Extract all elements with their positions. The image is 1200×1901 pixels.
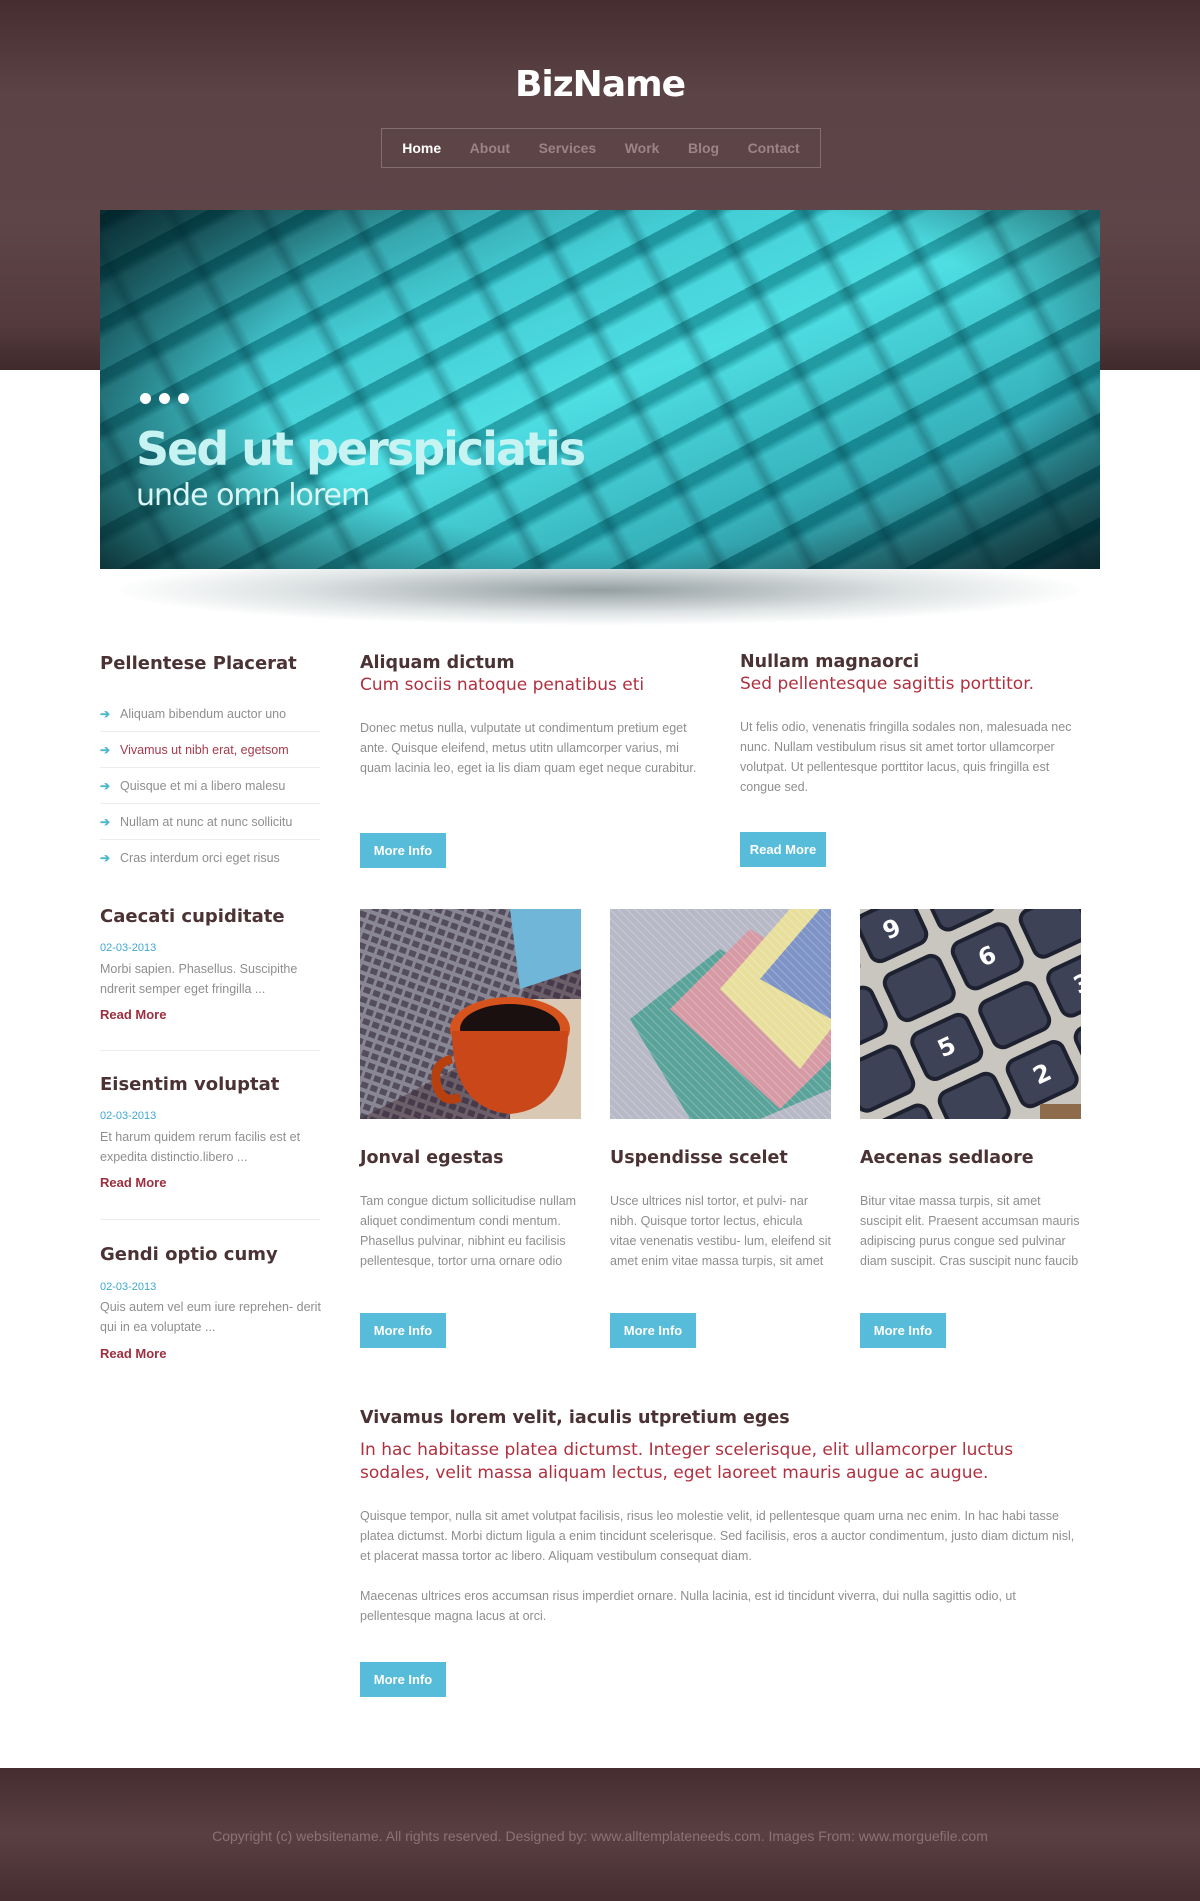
nav-services[interactable]: Services (539, 140, 597, 156)
slider-dot-2[interactable] (159, 393, 170, 404)
colored-paper-illustration (610, 909, 831, 1119)
laptop-coffee-illustration (360, 909, 581, 1119)
slider-dot-3[interactable] (178, 393, 189, 404)
card-text: Bitur vitae massa turpis, sit amet susci… (860, 1194, 1080, 1268)
article-title: Vivamus lorem velit, iaculis utpretium e… (360, 1408, 790, 1428)
post-excerpt: Morbi sapien. Phasellus. Suscipithe ndre… (100, 962, 298, 996)
footer-copyright: Copyright (c) websitename. All rights re… (212, 1828, 988, 1844)
slider-pagination (140, 393, 189, 404)
nav-home[interactable]: Home (402, 140, 441, 156)
post-read-more-link[interactable]: Read More (100, 1346, 166, 1361)
nav-about[interactable]: About (470, 140, 510, 156)
post-date: 02-03-2013 (100, 1281, 157, 1293)
nav-work[interactable]: Work (625, 140, 660, 156)
sidebar-link-label: Cras interdum orci eget risus (120, 850, 280, 865)
feature-text: Ut felis odio, venenatis fringilla sodal… (740, 720, 1072, 794)
post-title[interactable]: Gendi optio cumy (100, 1244, 278, 1265)
read-more-button[interactable]: Read More (740, 832, 826, 867)
nav-contact[interactable]: Contact (748, 140, 800, 156)
arrow-right-icon: ➔ (100, 706, 111, 721)
article-subtitle: In hac habitasse platea dictumst. Intege… (360, 1440, 1014, 1483)
feature-text: Donec metus nulla, vulputate ut condimen… (360, 721, 697, 775)
sidebar-link[interactable]: ➔ Vivamus ut nibh erat, egetsom (100, 732, 320, 768)
sidebar-link-label: Vivamus ut nibh erat, egetsom (120, 742, 289, 757)
post-excerpt: Quis autem vel eum iure reprehen- derit … (100, 1300, 321, 1334)
more-info-button[interactable]: More Info (360, 1662, 446, 1697)
sidebar-link-label: Nullam at nunc at nunc sollicitu (120, 814, 293, 829)
card-title: Aecenas sedlaore (860, 1148, 1034, 1168)
calculator-image: 9 8 6 5 3 2 (860, 909, 1081, 1119)
colored-paper-image (610, 909, 831, 1119)
article-paragraph: Quisque tempor, nulla sit amet volutpat … (360, 1509, 1075, 1563)
post-excerpt: Et harum quidem rerum facilis est et exp… (100, 1130, 301, 1164)
sidebar-link[interactable]: ➔ Aliquam bibendum auctor uno (100, 696, 320, 732)
post-title[interactable]: Eisentim voluptat (100, 1074, 279, 1095)
more-info-button[interactable]: More Info (360, 833, 446, 868)
hero-subtitle: unde omn lorem (136, 478, 370, 513)
more-info-button[interactable]: More Info (860, 1313, 946, 1348)
post-read-more-link[interactable]: Read More (100, 1007, 166, 1022)
feature-subtitle: Cum sociis natoque penatibus eti (360, 675, 645, 695)
card-title: Jonval egestas (360, 1148, 504, 1168)
footer: Copyright (c) websitename. All rights re… (0, 1768, 1200, 1901)
sidebar-link[interactable]: ➔ Cras interdum orci eget risus (100, 840, 320, 875)
card-text: Usce ultrices nisl tortor, et pulvi- nar… (610, 1194, 831, 1268)
sidebar-link[interactable]: ➔ Quisque et mi a libero malesu (100, 768, 320, 804)
nav-blog[interactable]: Blog (688, 140, 719, 156)
feature-title: Aliquam dictum (360, 653, 515, 673)
more-info-button[interactable]: More Info (610, 1313, 696, 1348)
arrow-right-icon: ➔ (100, 850, 111, 865)
sidebar-link-label: Aliquam bibendum auctor uno (120, 706, 287, 721)
post-title[interactable]: Caecati cupiditate (100, 906, 285, 927)
laptop-coffee-image (360, 909, 581, 1119)
sidebar-link[interactable]: ➔ Nullam at nunc at nunc sollicitu (100, 804, 320, 840)
article-paragraph: Maecenas ultrices eros accumsan risus im… (360, 1589, 1016, 1623)
slider-dot-1[interactable] (140, 393, 151, 404)
card-text: Tam congue dictum sollicitudise nullam a… (360, 1194, 577, 1268)
main-nav: Home About Services Work Blog Contact (381, 128, 821, 168)
feature-title: Nullam magnaorci (740, 652, 920, 672)
card-title: Uspendisse scelet (610, 1148, 788, 1168)
arrow-right-icon: ➔ (100, 742, 111, 757)
post-date: 02-03-2013 (100, 1110, 157, 1122)
divider (100, 1050, 320, 1051)
arrow-right-icon: ➔ (100, 778, 111, 793)
sidebar-list-title: Pellentese Placerat (100, 653, 297, 674)
hero-slider[interactable]: Sed ut perspiciatis unde omn lorem (100, 210, 1100, 569)
keyboard-background-image (100, 210, 1100, 569)
arrow-right-icon: ➔ (100, 814, 111, 829)
hero-title: Sed ut perspiciatis (136, 422, 586, 476)
divider (100, 1219, 320, 1220)
more-info-button[interactable]: More Info (360, 1313, 446, 1348)
post-read-more-link[interactable]: Read More (100, 1175, 166, 1190)
site-logo[interactable]: BizName (0, 64, 1200, 105)
sidebar-link-list: ➔ Aliquam bibendum auctor uno ➔ Vivamus ut… (100, 696, 320, 875)
feature-subtitle: Sed pellentesque sagittis porttitor. (740, 674, 1035, 694)
post-date: 02-03-2013 (100, 942, 157, 954)
calculator-illustration: 9 8 6 5 3 2 (860, 909, 1081, 1119)
sidebar-link-label: Quisque et mi a libero malesu (120, 778, 286, 793)
